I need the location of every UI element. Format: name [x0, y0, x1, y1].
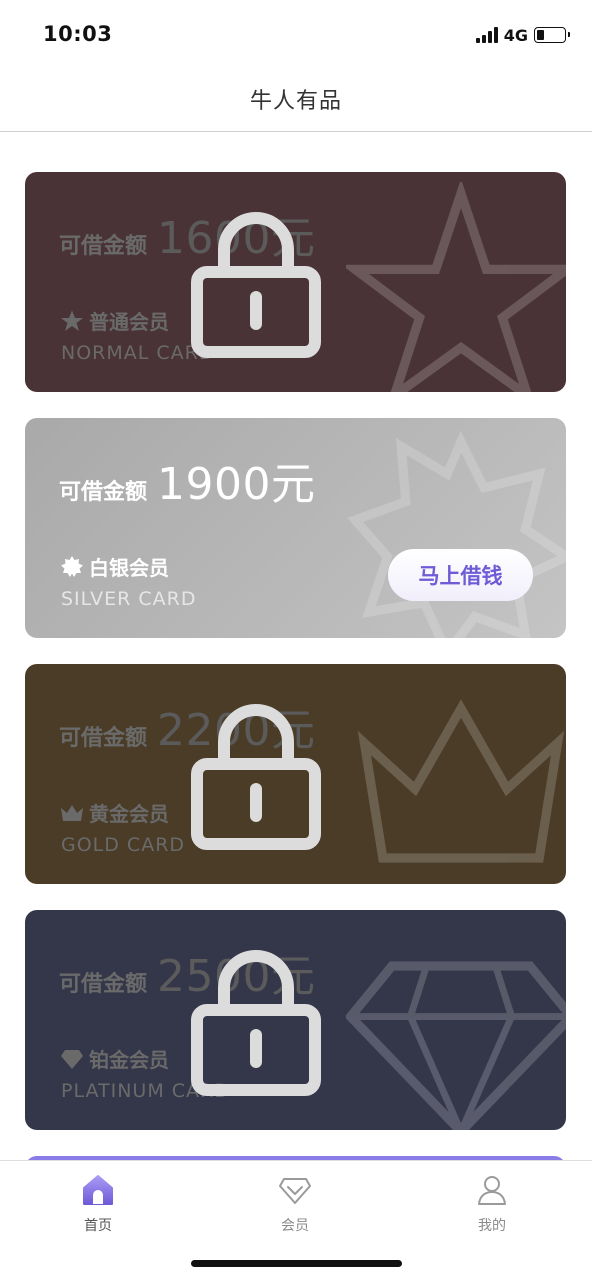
membership-card-gold[interactable]: 可借金额 2200元 黄金会员 GOLD CARD: [25, 664, 566, 884]
star-watermark-icon: [346, 182, 566, 392]
badge-watermark-icon: [347, 430, 566, 638]
tab-label: 首页: [84, 1218, 112, 1234]
badge-icon: [59, 555, 85, 579]
status-indicators: 4G: [475, 24, 570, 46]
tab-label: 会员: [281, 1218, 309, 1234]
signal-icon: [475, 27, 498, 43]
tier-name: 黄金会员: [89, 802, 169, 826]
credit-amount-label: 可借金额: [59, 480, 148, 505]
membership-card-platinum[interactable]: 可借金额 2500元 铂金会员 PLATINUM CARD: [25, 910, 566, 1130]
home-icon: [83, 1175, 113, 1205]
tier-name: 普通会员: [89, 310, 169, 334]
tier-row: 普通会员: [59, 306, 169, 335]
tab-member[interactable]: 会员: [235, 1173, 355, 1243]
tab-mine[interactable]: 我的: [432, 1173, 552, 1243]
tier-english-name: GOLD CARD: [61, 834, 186, 856]
diamond-icon: [59, 1047, 85, 1071]
network-label: 4G: [503, 25, 528, 45]
crown-watermark-icon: [357, 699, 565, 863]
diamond-watermark-icon: [346, 961, 566, 1130]
tier-row: 黄金会员: [59, 798, 169, 827]
home-indicator: [191, 1260, 402, 1267]
credit-amount-label: 可借金额: [59, 972, 148, 997]
tab-label: 我的: [478, 1218, 506, 1234]
tier-row: 白银会员: [59, 552, 169, 581]
tier-name: 白银会员: [89, 556, 169, 580]
user-icon: [478, 1176, 506, 1205]
tier-english-name: SILVER CARD: [61, 588, 197, 610]
membership-card-normal[interactable]: 可借金额 1600元 普通会员 NORMAL CARD: [25, 172, 566, 392]
tier-row: 铂金会员: [59, 1044, 169, 1073]
tier-name: 铂金会员: [89, 1048, 169, 1072]
star-icon: [59, 309, 85, 333]
page-title: 牛人有品: [249, 89, 342, 114]
credit-amount-row: 可借金额 1900元: [59, 448, 316, 512]
credit-amount-label: 可借金额: [59, 726, 148, 751]
nav-bar: 牛人有品: [0, 66, 592, 132]
borrow-now-button[interactable]: 马上借钱: [388, 549, 533, 601]
status-time: 10:03: [43, 22, 113, 46]
credit-amount-value: 1900元: [157, 459, 316, 510]
tab-home[interactable]: 首页: [38, 1173, 158, 1243]
credit-amount-label: 可借金额: [59, 234, 148, 259]
status-bar: 10:03 4G: [0, 0, 592, 66]
lock-icon: [190, 212, 321, 358]
lock-icon: [190, 950, 321, 1096]
membership-card-list: 可借金额 1600元 普通会员 NORMAL CARD 可借金额 1900元 白…: [25, 172, 566, 1156]
diamond-icon: [279, 1178, 311, 1204]
crown-icon: [59, 801, 85, 825]
membership-card-silver[interactable]: 可借金额 1900元 白银会员 SILVER CARD 马上借钱: [25, 418, 566, 638]
battery-icon: [534, 27, 570, 43]
lock-icon: [190, 704, 321, 850]
